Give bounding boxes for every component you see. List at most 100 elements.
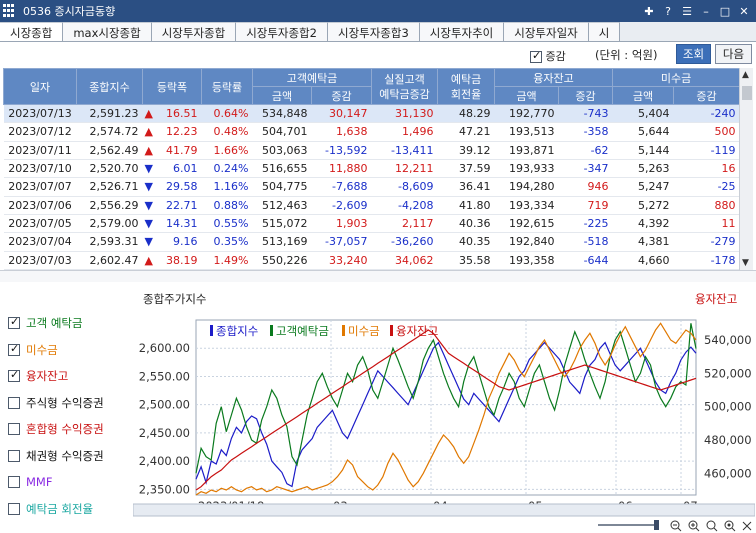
cell-credit-diff: -347 xyxy=(558,159,613,179)
cell-change-value: 12.23 xyxy=(166,125,198,139)
series-checkbox[interactable] xyxy=(8,476,20,489)
up-arrow-icon: ▲ xyxy=(144,253,153,267)
cell-change: ▼ 29.58 xyxy=(142,177,202,197)
cell-unpaid-diff: -119 xyxy=(673,141,740,160)
col-unpaid-diff[interactable]: 증감 xyxy=(673,86,741,105)
series-toggle[interactable]: 미수금 xyxy=(8,337,133,364)
cell-deposit-amount: 512,463 xyxy=(252,196,312,215)
table-row[interactable]: 2023/07/05 2,579.00 ▼ 14.31 0.55% 515,072 1,90… xyxy=(3,214,740,234)
tab-market-invest-summary-2[interactable]: 시장투자종합2 xyxy=(236,22,328,41)
cell-turnover: 35.58 xyxy=(437,251,495,271)
zoom-out-icon xyxy=(670,520,682,532)
series-toggle[interactable]: 예탁금 회전율 xyxy=(8,496,133,523)
cell-credit-diff: -743 xyxy=(558,104,613,124)
col-date[interactable]: 일자 xyxy=(3,68,77,105)
right-axis-tick: 520,000 xyxy=(704,366,752,380)
market-fund-chart[interactable]: 2,600.00 2,550.00 2,500.00 2,450.00 2,400.00… xyxy=(133,312,755,517)
minimize-button[interactable]: – xyxy=(698,3,714,19)
cell-deposit-amount: 550,226 xyxy=(252,251,312,271)
table-row[interactable]: 2023/07/03 2,602.47 ▲ 38.19 1.49% 550,226 33,2… xyxy=(3,251,740,271)
table-row[interactable]: 2023/07/04 2,593.31 ▼ 9.16 0.35% 513,169 -37,0… xyxy=(3,232,740,252)
col-turnover[interactable]: 예탁금 회전율 xyxy=(437,68,496,105)
tab-max-market-summary[interactable]: max시장종합 xyxy=(63,22,152,41)
col-rate[interactable]: 등락률 xyxy=(201,68,253,105)
cell-unpaid-diff: 880 xyxy=(673,196,740,215)
series-checkbox[interactable] xyxy=(8,342,20,356)
series-toggle[interactable]: 혼합형 수익증권 xyxy=(8,416,133,443)
search-button[interactable]: 조회 xyxy=(676,44,711,64)
cell-date: 2023/07/04 xyxy=(3,232,77,252)
cell-unpaid-amount: 5,144 xyxy=(612,141,674,160)
series-toggle[interactable]: 채권형 수익증권 xyxy=(8,443,133,470)
cell-credit-amount: 193,358 xyxy=(494,251,559,271)
window-grip-icon[interactable] xyxy=(3,4,17,18)
left-axis-tick: 2,450.00 xyxy=(139,426,190,440)
cell-date: 2023/07/12 xyxy=(3,122,77,142)
cell-real-deposit: -8,609 xyxy=(371,177,438,197)
cell-change: ▼ 6.01 xyxy=(142,159,202,179)
cell-index: 2,574.72 xyxy=(76,122,143,142)
series-toggle[interactable]: 주식형 수익증권 xyxy=(8,390,133,417)
series-label: 채권형 수익증권 xyxy=(26,448,104,463)
scroll-up-icon[interactable]: ▲ xyxy=(742,70,749,80)
series-checkbox[interactable] xyxy=(8,368,20,383)
pin-icon[interactable]: ✚ xyxy=(641,3,657,19)
col-unpaid-amount[interactable]: 금액 xyxy=(612,86,675,105)
maximize-button[interactable]: □ xyxy=(717,3,733,19)
table-row[interactable]: 2023/07/11 2,562.49 ▲ 41.79 1.66% 503,063 -13,… xyxy=(3,141,740,160)
next-button[interactable]: 다음 xyxy=(715,44,752,64)
cell-change-value: 9.16 xyxy=(173,235,198,249)
col-deposit-amount[interactable]: 금액 xyxy=(252,86,312,105)
help-button[interactable]: ? xyxy=(660,3,676,19)
series-toggle[interactable]: 융자잔고 xyxy=(8,363,133,390)
series-toggle[interactable]: 고객 예탁금 xyxy=(8,310,133,337)
col-credit-diff[interactable]: 증감 xyxy=(558,86,614,105)
cell-change-value: 6.01 xyxy=(173,162,198,176)
series-toggle[interactable]: MMF xyxy=(8,469,133,496)
cell-unpaid-diff: 16 xyxy=(673,159,740,179)
table-vertical-scrollbar[interactable]: ▲ ▼ xyxy=(739,68,753,270)
table-row[interactable]: 2023/07/07 2,526.71 ▼ 29.58 1.16% 504,775 -7,6… xyxy=(3,177,740,197)
cell-date: 2023/07/03 xyxy=(3,251,77,271)
col-unpaid: 미수금 xyxy=(612,68,741,87)
table-horizontal-scrollbar[interactable] xyxy=(0,270,756,282)
series-checkbox[interactable] xyxy=(8,449,20,462)
settings-icon[interactable]: ☰ xyxy=(679,3,695,19)
col-deposit-diff[interactable]: 증감 xyxy=(310,86,373,105)
tab-market-invest-summary[interactable]: 시장투자종합 xyxy=(151,22,237,41)
tab-market-summary[interactable]: 시장종합 xyxy=(0,22,64,41)
cell-change-value: 16.51 xyxy=(166,107,198,121)
tab-market-invest-daily[interactable]: 시장투자일자 xyxy=(504,22,589,41)
up-arrow-icon: ▲ xyxy=(144,107,153,121)
cell-credit-diff: -358 xyxy=(558,122,613,142)
plot-area xyxy=(195,319,697,496)
scroll-thumb[interactable] xyxy=(742,86,752,100)
tab-market-invest-summary-3[interactable]: 시장투자종합3 xyxy=(327,22,420,41)
series-checkbox[interactable] xyxy=(8,315,20,330)
series-checkbox[interactable] xyxy=(8,396,20,409)
col-change[interactable]: 등락폭 xyxy=(142,68,202,105)
close-button[interactable]: ✕ xyxy=(736,3,752,19)
scroll-down-icon[interactable]: ▼ xyxy=(742,258,749,268)
series-label: 미수금 xyxy=(26,342,58,357)
cell-turnover: 39.12 xyxy=(437,141,495,160)
col-credit-amount[interactable]: 금액 xyxy=(494,86,560,105)
tab-market-invest-trend[interactable]: 시장투자추이 xyxy=(419,22,505,41)
col-index[interactable]: 종합지수 xyxy=(76,68,143,105)
series-checkbox[interactable] xyxy=(8,423,20,436)
tab-overflow[interactable]: 시 xyxy=(588,22,621,41)
table-row[interactable]: 2023/07/06 2,556.29 ▼ 22.71 0.88% 512,463 -2,6… xyxy=(3,196,740,215)
left-axis-tick: 2,600.00 xyxy=(139,341,190,355)
cell-change-value: 22.71 xyxy=(166,198,198,212)
series-checkbox[interactable] xyxy=(8,502,20,515)
cell-change: ▼ 14.31 xyxy=(142,214,202,234)
change-checkbox-box[interactable] xyxy=(530,49,542,63)
table-row[interactable]: 2023/07/12 2,574.72 ▲ 12.23 0.48% 504,701 1,63… xyxy=(3,122,740,142)
cell-unpaid-diff: -279 xyxy=(673,232,740,252)
table-row[interactable]: 2023/07/13 2,591.23 ▲ 16.51 0.64% 534,848 30,1… xyxy=(3,104,740,124)
change-checkbox[interactable]: 증감 xyxy=(530,48,566,64)
cell-credit-amount: 193,334 xyxy=(494,196,559,215)
cell-change: ▲ 16.51 xyxy=(142,104,202,124)
table-row[interactable]: 2023/07/10 2,520.70 ▼ 6.01 0.24% 516,655 11,88… xyxy=(3,159,740,179)
col-real-deposit[interactable]: 실질고객 예탁금증감 xyxy=(371,68,439,105)
